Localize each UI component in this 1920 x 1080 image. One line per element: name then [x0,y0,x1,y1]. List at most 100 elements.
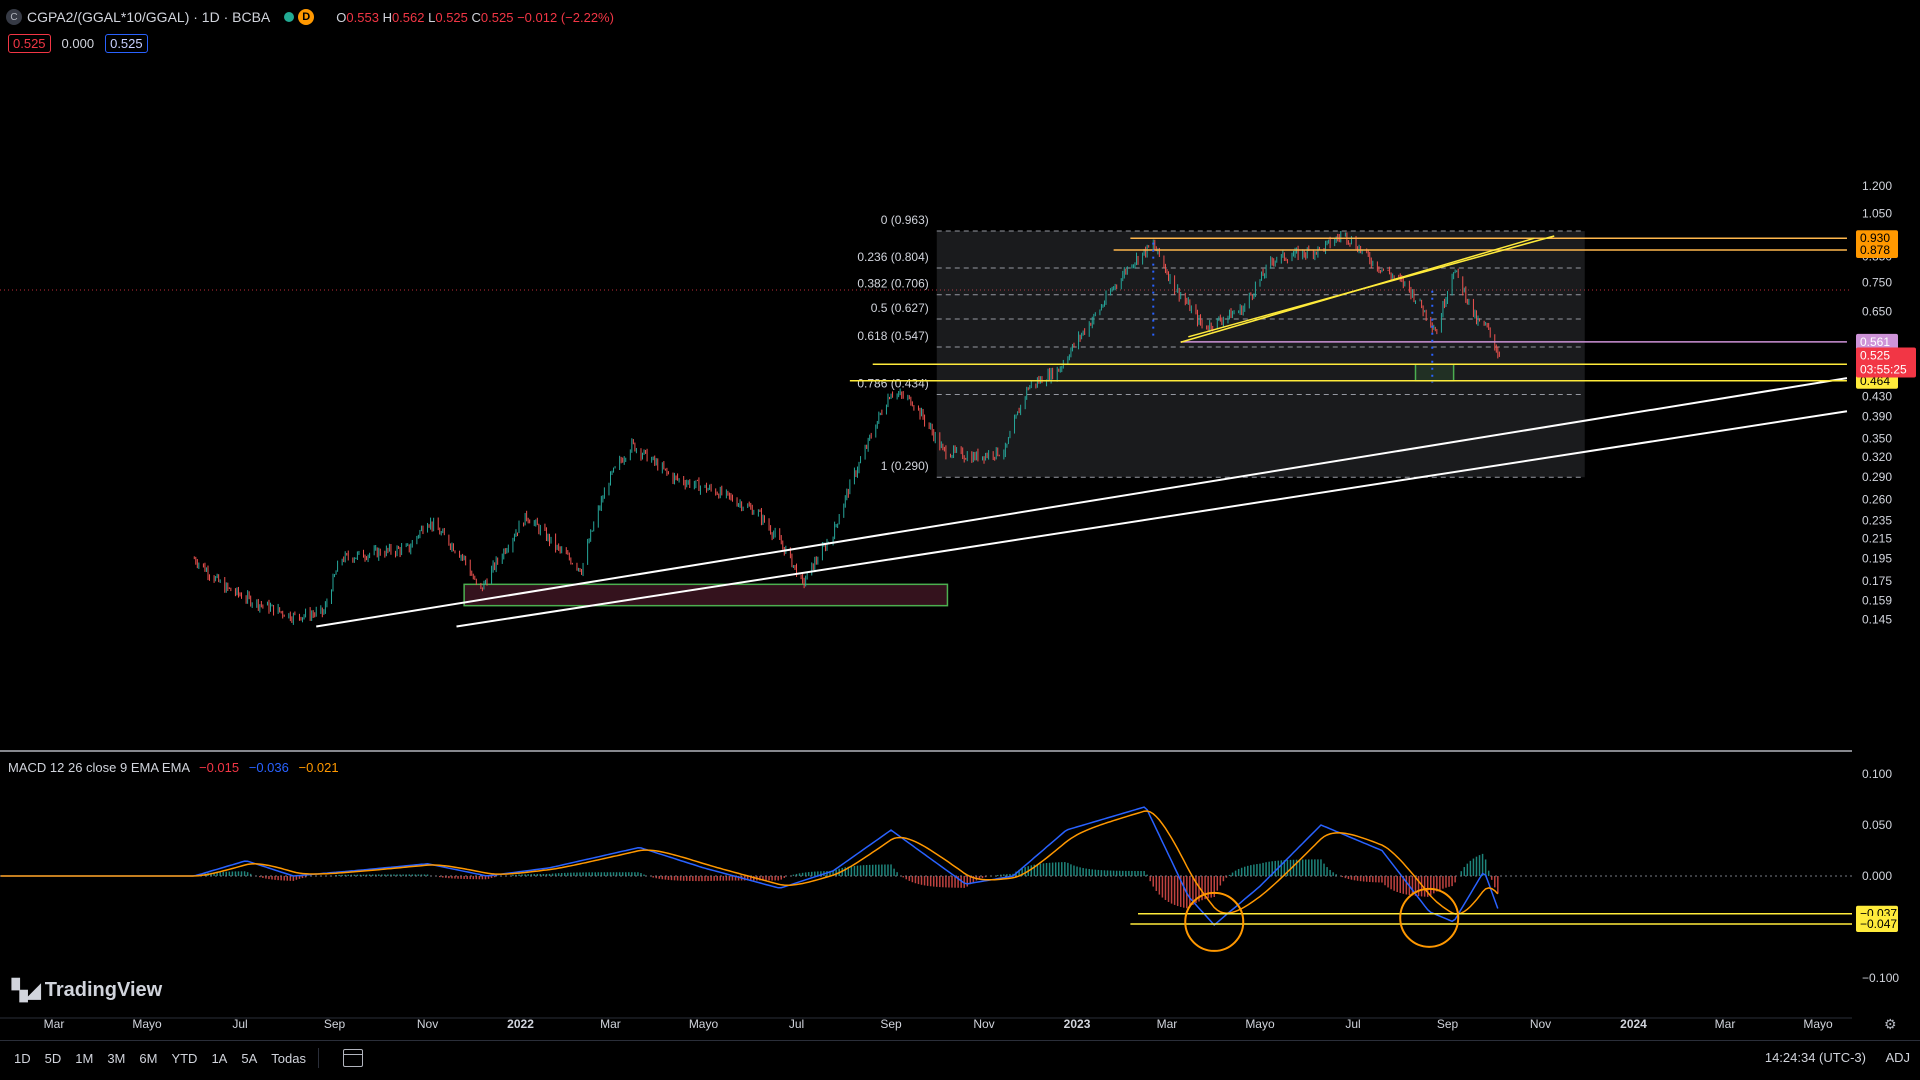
time-tick-label: Nov [1530,1017,1551,1031]
macd-level-tag-text: −0.047 [1860,917,1897,931]
macd-legend[interactable]: MACD 12 26 close 9 EMA EMA −0.015 −0.036… [8,760,339,775]
range-1d-button[interactable]: 1D [14,1051,31,1066]
macd-title: MACD 12 26 close 9 EMA EMA [8,760,190,775]
price-tick-label: 0.195 [1862,552,1892,566]
last-price-tag: 0.52503:55:25 [1856,347,1916,378]
time-tick-label: 2023 [1064,1017,1091,1031]
fib-level-label: 0.5 (0.627) [871,301,929,315]
time-tick-label: 2024 [1620,1017,1647,1031]
range-3m-button[interactable]: 3M [107,1051,125,1066]
symbol-title[interactable]: CGPA2/(GGAL*10/GGAL) · 1D · BCBA [27,9,270,25]
price-tick-label: 0.235 [1862,513,1892,527]
macd-tick-label: 0.100 [1862,767,1892,781]
time-tick-label: 2022 [507,1017,534,1031]
price-tick-label: 0.390 [1862,409,1892,423]
price-level-tag-text: 0.561 [1860,335,1890,349]
price-tick-label: 0.175 [1862,574,1892,588]
time-tick-label: Jul [1345,1017,1360,1031]
tradingview-logo-icon: ▚◢ [12,980,41,1002]
fib-level-label: 1 (0.290) [881,459,929,473]
market-status[interactable]: D [284,9,315,25]
trade-badges: 0.525 0.000 0.525 [8,34,154,53]
range-1a-button[interactable]: 1A [211,1051,227,1066]
ohlc-values: O0.553 H0.562 L0.525 C0.525 −0.012 (−2.2… [336,9,614,25]
clock-timezone[interactable]: 14:24:34 (UTC-3) [1765,1050,1866,1065]
target-zone-rectangle [1414,363,1455,382]
macd-tick-label: −0.100 [1862,971,1899,985]
macd-line-value: −0.036 [248,760,289,775]
price-axis[interactable]: 1.2001.0500.8500.7500.6500.4300.3900.350… [1856,179,1916,985]
price-tick-label: 0.350 [1862,432,1892,446]
price-tick-label: 0.320 [1862,450,1892,464]
price-level-tag: 0.878 [1856,242,1898,258]
bottom-toolbar: 1D 5D 1M 3M 6M YTD 1A 5A Todas 14:24:34 … [0,1040,1920,1075]
market-open-dot-icon [284,12,295,22]
range-1m-button[interactable]: 1M [75,1051,93,1066]
chart-canvas[interactable]: 0 (0.963) 0.236 (0.804) 0.382 (0.706) 0.5 (… [0,0,1920,1080]
fib-level-label: 0 (0.963) [881,213,929,227]
logo-text: TradingView [44,979,163,1001]
time-tick-label: Sep [1437,1017,1459,1031]
time-tick-label: Mar [1157,1017,1178,1031]
buy-price-button[interactable]: 0.525 [105,34,148,53]
time-tick-label: Sep [880,1017,902,1031]
symbol-header: C CGPA2/(GGAL*10/GGAL) · 1D · BCBA D O0.… [6,6,614,28]
calendar-goto-icon[interactable] [342,1049,363,1067]
price-change: −0.012 (−2.22%) [517,9,614,25]
time-tick-label: Sep [324,1017,346,1031]
data-delay-badge[interactable]: D [298,9,315,25]
price-tick-label: 0.260 [1862,493,1892,507]
time-tick-label: Mar [44,1017,65,1031]
last-price-text: 0.525 [1860,348,1890,362]
fib-level-label: 0.236 (0.804) [857,250,928,264]
price-tick-label: 0.290 [1862,470,1892,484]
time-axis[interactable]: Mar Mayo Jul Sep Nov 2022 Mar Mayo Jul Sep Nov 2023… [44,1017,1833,1031]
time-tick-label: Mayo [689,1017,719,1031]
time-tick-label: Mar [1715,1017,1736,1031]
time-tick-label: Mayo [132,1017,162,1031]
macd-tick-label: 0.000 [1862,869,1892,883]
price-tick-label: 0.650 [1862,305,1892,319]
macd-signal-line [0,810,1499,915]
range-all-button[interactable]: Todas [271,1051,306,1066]
macd-hist-value: −0.015 [198,760,240,775]
price-tick-label: 0.159 [1862,593,1892,607]
macd-highlight-circle [1399,887,1460,948]
price-tick-label: 0.750 [1862,275,1892,289]
sell-price-button[interactable]: 0.525 [8,34,51,53]
time-tick-label: Nov [973,1017,994,1031]
macd-line [0,806,1499,927]
time-tick-label: Jul [232,1017,247,1031]
symbol-logo-icon[interactable]: C [6,9,22,25]
tradingview-logo[interactable]: ▚◢ TradingView [12,978,162,1003]
range-5a-button[interactable]: 5A [241,1051,257,1066]
macd-signal-value: −0.021 [298,760,339,775]
time-tick-label: Mayo [1245,1017,1275,1031]
macd-tick-label: 0.050 [1862,818,1892,832]
macd-highlight-circle [1184,891,1245,952]
range-ytd-button[interactable]: YTD [171,1051,197,1066]
range-5d-button[interactable]: 5D [45,1051,62,1066]
fib-level-label: 0.618 (0.547) [857,329,928,343]
fib-level-label: 0.382 (0.706) [857,277,928,291]
macd-pane [0,806,1852,952]
time-tick-label: Mayo [1803,1017,1833,1031]
adjust-button[interactable]: ADJ [1885,1050,1910,1065]
price-tick-label: 1.200 [1862,179,1892,193]
settings-gear-icon[interactable]: ⚙ [1884,1016,1897,1033]
macd-level-tag: −0.047 [1856,915,1898,932]
price-tick-label: 0.430 [1862,389,1892,403]
fib-level-label: 0.786 (0.434) [857,377,928,391]
bar-countdown-text: 03:55:25 [1860,362,1907,376]
spread-value: 0.000 [61,36,95,51]
price-tick-label: 0.215 [1862,532,1892,546]
price-level-tag-text: 0.878 [1860,243,1890,257]
toolbar-divider [317,1048,319,1068]
range-6m-button[interactable]: 6M [139,1051,157,1066]
time-tick-label: Mar [600,1017,621,1031]
price-tick-label: 0.145 [1862,612,1892,626]
price-tick-label: 1.050 [1862,206,1892,220]
time-tick-label: Jul [789,1017,804,1031]
time-tick-label: Nov [417,1017,438,1031]
price-level-tag: 0.561 [1856,333,1898,350]
